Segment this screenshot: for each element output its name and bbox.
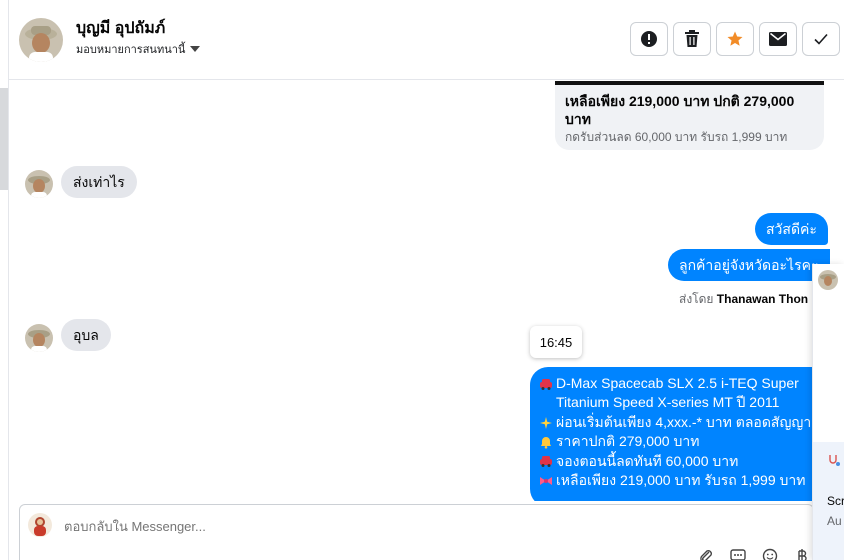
trash-icon [685,30,699,47]
smiley-icon [762,548,778,560]
outgoing-promo-message[interactable]: D-Max Spacecab SLX 2.5 i-TEQ Super Titan… [530,367,820,501]
mark-unread-button[interactable] [759,22,797,56]
baht-icon [798,549,807,560]
card-title: เหลือเพียง 219,000 บาท ปกติ 279,000 บาท [565,93,795,127]
left-scrollbar[interactable] [0,88,8,190]
contact-avatar-small [25,170,53,198]
promo-line: ราคาปกติ 279,000 บาท [539,432,820,451]
timestamp-tooltip: 16:45 [530,326,582,358]
saved-replies-button[interactable] [729,547,747,560]
contact-avatar[interactable] [19,18,63,62]
side-chat-panel[interactable]: Scr Au [812,264,844,560]
page-avatar [28,513,52,537]
stethoscope-icon [829,455,840,466]
checkmark-icon [814,33,828,45]
sent-by-prefix: ส่งโดย [679,292,714,306]
product-card[interactable]: เหลือเพียง 219,000 บาท ปกติ 279,000 บาท … [555,81,824,150]
outgoing-message[interactable]: สวัสดีค่ะ [755,213,828,245]
bell-icon [541,436,551,449]
contact-avatar-small [25,324,53,352]
card-subtitle: กดรับส่วนลด 60,000 บาท รับรถ 1,999 บาท [565,130,788,144]
paperclip-icon [700,550,712,560]
sparkles-icon [540,416,552,429]
car-icon [540,378,552,390]
star-button[interactable] [716,22,754,56]
alert-circle-icon [641,31,657,47]
reply-input[interactable] [64,519,564,534]
reply-composer [19,504,814,560]
caret-down-icon [190,46,201,52]
assign-conversation-dropdown[interactable]: มอบหมายการสนทนานี้ [76,40,201,58]
mark-done-button[interactable] [802,22,840,56]
composer-toolbar [697,547,811,560]
delete-button[interactable] [673,22,711,56]
side-panel-preview[interactable]: Scr Au [813,442,844,560]
message-thread[interactable]: เหลือเพียง 219,000 บาท ปกติ 279,000 บาท … [9,81,844,501]
star-icon [727,31,743,46]
chat-bubble-icon [730,549,746,560]
sent-by-label: ส่งโดย Thanawan Thon [679,290,808,309]
spam-button[interactable] [630,22,668,56]
envelope-icon [769,32,787,46]
side-panel-subtext: Au [827,514,842,528]
car-icon [540,456,552,468]
promo-line: เหลือเพียง 219,000 บาท รับรถ 1,999 บาท [539,471,820,490]
emoji-button[interactable] [761,547,779,560]
contact-name[interactable]: บุญมี อุปถัมภ์ [76,16,165,41]
sent-by-name: Thanawan Thon [716,292,809,306]
conversation-header: บุญมี อุปถัมภ์ มอบหมายการสนทนานี้ [9,0,844,80]
payment-button[interactable] [793,547,811,560]
incoming-message[interactable]: ส่งเท่าไร [61,166,137,198]
promo-line: จองตอนนี้ลดทันที 60,000 บาท [539,452,820,471]
ribbon-icon [540,476,552,485]
incoming-message[interactable]: อุบล [61,319,111,351]
side-panel-avatar [818,270,838,290]
card-image [555,81,824,85]
promo-line: ผ่อนเริ่มต้นเพียง 4,xxx.-* บาท ตลอดสัญญา [539,413,820,432]
assign-label: มอบหมายการสนทนานี้ [76,44,186,56]
promo-line: D-Max Spacecab SLX 2.5 i-TEQ Super [539,374,820,393]
outgoing-message[interactable]: ลูกค้าอยู่จังหวัดอะไรคะ [668,249,830,281]
promo-line: Titanium Speed X-series MT ปี 2011 [556,394,780,411]
attach-button[interactable] [697,547,715,560]
left-border [0,0,9,560]
side-panel-text: Scr [827,494,844,508]
